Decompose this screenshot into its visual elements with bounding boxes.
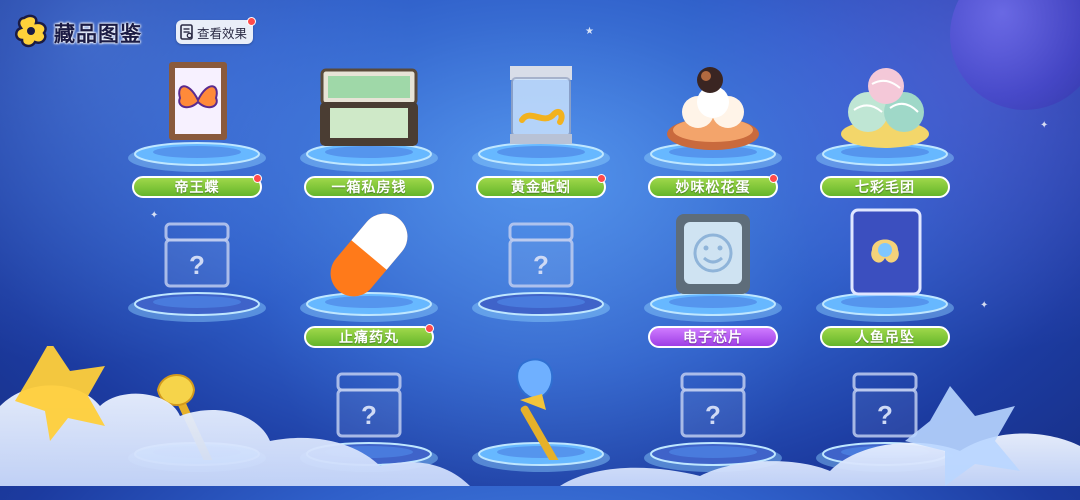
item-name-label: 止痛药丸	[304, 324, 434, 348]
page-title: 藏品图鉴	[54, 22, 142, 46]
yarn-balls-icon	[841, 68, 929, 148]
item-name-label: 帝王蝶	[132, 174, 262, 198]
locked-chest-icon: ?	[164, 222, 230, 288]
notification-dot	[247, 17, 257, 26]
item-name: 止痛药丸	[339, 330, 399, 346]
item-name-label: 妙味松花蛋	[648, 174, 778, 198]
collection-item[interactable]: 帝王蝶	[122, 50, 272, 200]
collection-item[interactable]: 电子芯片	[638, 200, 788, 350]
new-item-dot	[425, 324, 434, 333]
svg-text:?: ?	[533, 250, 549, 280]
collection-logo-icon	[15, 14, 47, 48]
item-name-label: 七彩毛团	[820, 176, 950, 198]
preserved-egg-icon	[667, 67, 759, 150]
golden-worm-box-icon	[510, 66, 572, 144]
collection-item[interactable]: 人鱼吊坠	[810, 200, 960, 350]
mermaid-pendant-icon	[850, 208, 922, 296]
item-name: 人鱼吊坠	[855, 330, 915, 346]
item-name-label: 电子芯片	[648, 326, 778, 348]
pill-icon	[330, 213, 408, 297]
item-name: 一箱私房钱	[331, 180, 407, 196]
svg-text:?: ?	[189, 250, 205, 280]
item-name-label: 一箱私房钱	[304, 176, 434, 198]
chip-icon	[676, 214, 750, 294]
collection-item[interactable]: 七彩毛团	[810, 50, 960, 200]
item-name: 七彩毛团	[855, 180, 915, 196]
star-decoration: ★	[585, 26, 594, 37]
collection-item[interactable]: 黄金蚯蚓	[466, 50, 616, 200]
view-effect-label: 查看效果	[197, 25, 248, 41]
new-item-dot	[769, 174, 778, 183]
item-name: 黄金蚯蚓	[511, 180, 571, 196]
locked-collection-item[interactable]: ?	[466, 200, 616, 350]
item-name-label: 黄金蚯蚓	[476, 174, 606, 198]
locked-collection-item[interactable]: ?	[122, 200, 272, 350]
item-name-label: 人鱼吊坠	[820, 326, 950, 348]
money-briefcase-icon	[320, 68, 418, 146]
item-name: 帝王蝶	[174, 180, 220, 196]
collection-item[interactable]: 妙味松花蛋	[638, 50, 788, 200]
cloud-decoration	[0, 346, 1080, 486]
new-item-dot	[253, 174, 262, 183]
item-name: 妙味松花蛋	[675, 180, 751, 196]
new-item-dot	[597, 174, 606, 183]
view-effect-button[interactable]: 查看效果	[176, 17, 257, 44]
locked-chest-icon: ?	[508, 222, 574, 288]
star-decoration: ✦	[1040, 120, 1049, 131]
collection-item[interactable]: 一箱私房钱	[294, 50, 444, 200]
butterfly-frame-icon	[169, 62, 227, 140]
item-name: 电子芯片	[683, 330, 743, 346]
collection-item[interactable]: 止痛药丸	[294, 200, 444, 350]
star-decoration: ✦	[980, 300, 989, 311]
document-icon	[180, 24, 193, 40]
